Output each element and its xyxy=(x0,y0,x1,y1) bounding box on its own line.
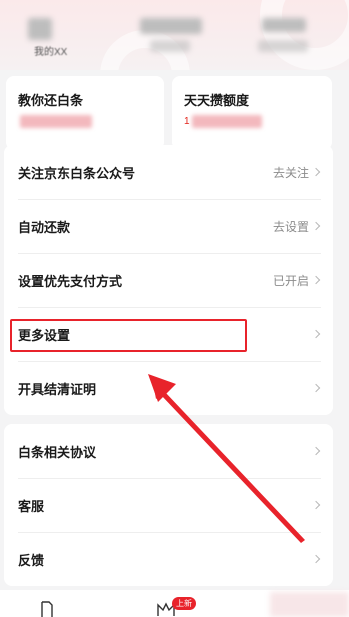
document-icon[interactable] xyxy=(38,600,56,617)
card-value xyxy=(18,115,152,128)
settings-group-secondary: 白条相关协议 客服 反馈 xyxy=(4,424,333,586)
row-label: 关注京东白条公众号 xyxy=(18,165,136,181)
chevron-right-icon xyxy=(311,500,321,510)
settings-row-customer-service[interactable]: 客服 xyxy=(4,478,333,532)
row-label: 客服 xyxy=(18,498,45,514)
row-label: 设置优先支付方式 xyxy=(18,273,123,289)
row-status: 去关注 xyxy=(272,165,309,180)
header-blurred-value xyxy=(150,40,190,52)
header-item-label: 我的XX xyxy=(34,47,68,58)
new-badge: 上新 xyxy=(172,597,196,610)
chevron-right-icon xyxy=(311,329,321,339)
decorative-ring xyxy=(260,0,349,70)
row-status: 已开启 xyxy=(272,273,309,288)
row-label: 自动还款 xyxy=(18,219,71,235)
chevron-right-icon xyxy=(311,383,321,393)
settings-row-auto-repay[interactable]: 自动还款 去设置 xyxy=(4,199,333,253)
row-label: 更多设置 xyxy=(18,327,71,343)
card-value: 1 xyxy=(184,115,320,128)
row-label: 反馈 xyxy=(18,552,45,568)
chevron-right-icon xyxy=(311,446,321,456)
settings-row-settlement-certificate[interactable]: 开具结清证明 xyxy=(4,361,333,415)
row-label: 白条相关协议 xyxy=(18,444,97,460)
avatar[interactable] xyxy=(28,18,52,40)
blurred-amount xyxy=(191,115,262,128)
blurred-amount xyxy=(20,115,92,128)
repay-guide-card[interactable]: 教你还白条 xyxy=(6,76,164,150)
chevron-right-icon xyxy=(311,275,321,285)
header-blurred-value xyxy=(262,18,306,32)
row-status: 去设置 xyxy=(272,219,309,234)
row-label: 开具结清证明 xyxy=(18,381,97,397)
header-blurred-value xyxy=(258,40,308,52)
chevron-right-icon xyxy=(311,554,321,564)
settings-row-follow-account[interactable]: 关注京东白条公众号 去关注 xyxy=(4,145,333,199)
settings-row-more-settings[interactable]: 更多设置 xyxy=(4,307,333,361)
card-title: 教你还白条 xyxy=(18,93,84,108)
nav-blurred-region xyxy=(270,592,349,617)
settings-row-preferred-payment[interactable]: 设置优先支付方式 已开启 xyxy=(4,253,333,307)
header-blurred-value xyxy=(140,18,202,34)
card-title: 天天攒额度 xyxy=(184,93,250,108)
settings-group-primary: 关注京东白条公众号 去关注 自动还款 去设置 设置优先支付方式 已开启 更多设置… xyxy=(4,145,333,415)
chevron-right-icon xyxy=(311,167,321,177)
settings-row-feedback[interactable]: 反馈 xyxy=(4,532,333,586)
account-header: 我的XX xyxy=(0,0,349,70)
settings-row-agreements[interactable]: 白条相关协议 xyxy=(4,424,333,478)
credit-accumulate-card[interactable]: 天天攒额度 1 xyxy=(172,76,332,150)
chevron-right-icon xyxy=(311,221,321,231)
